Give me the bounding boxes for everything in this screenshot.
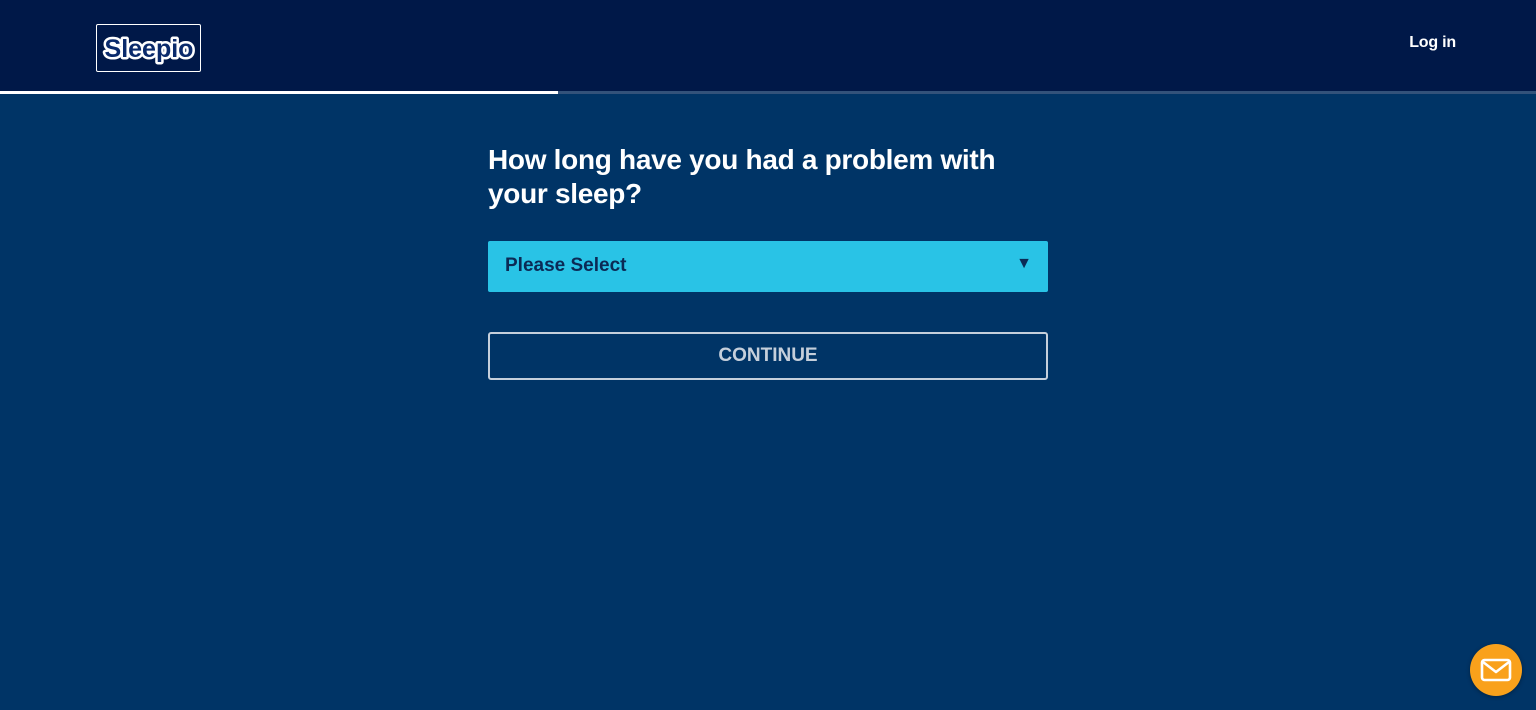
- duration-select[interactable]: Please Select ▼: [488, 241, 1048, 292]
- question-form: How long have you had a problem with you…: [488, 143, 1048, 380]
- chevron-down-icon: ▼: [1016, 255, 1032, 272]
- log-in-link[interactable]: Log in: [1409, 34, 1456, 52]
- select-value: Please Select: [505, 255, 627, 276]
- sleepio-logo[interactable]: Sleepio Sleepio: [96, 24, 201, 72]
- question-title: How long have you had a problem with you…: [488, 144, 996, 209]
- top-header: Sleepio Sleepio Log in: [0, 0, 1536, 91]
- chat-button[interactable]: [1470, 644, 1522, 696]
- envelope-icon: [1480, 658, 1512, 682]
- progress-bar: [0, 91, 1536, 94]
- logo-text: Sleepio: [104, 35, 193, 63]
- sleepio-logo-mark: Sleepio Sleepio: [102, 33, 196, 66]
- continue-button[interactable]: CONTINUE: [488, 332, 1048, 380]
- progress-bar-fill: [0, 91, 558, 94]
